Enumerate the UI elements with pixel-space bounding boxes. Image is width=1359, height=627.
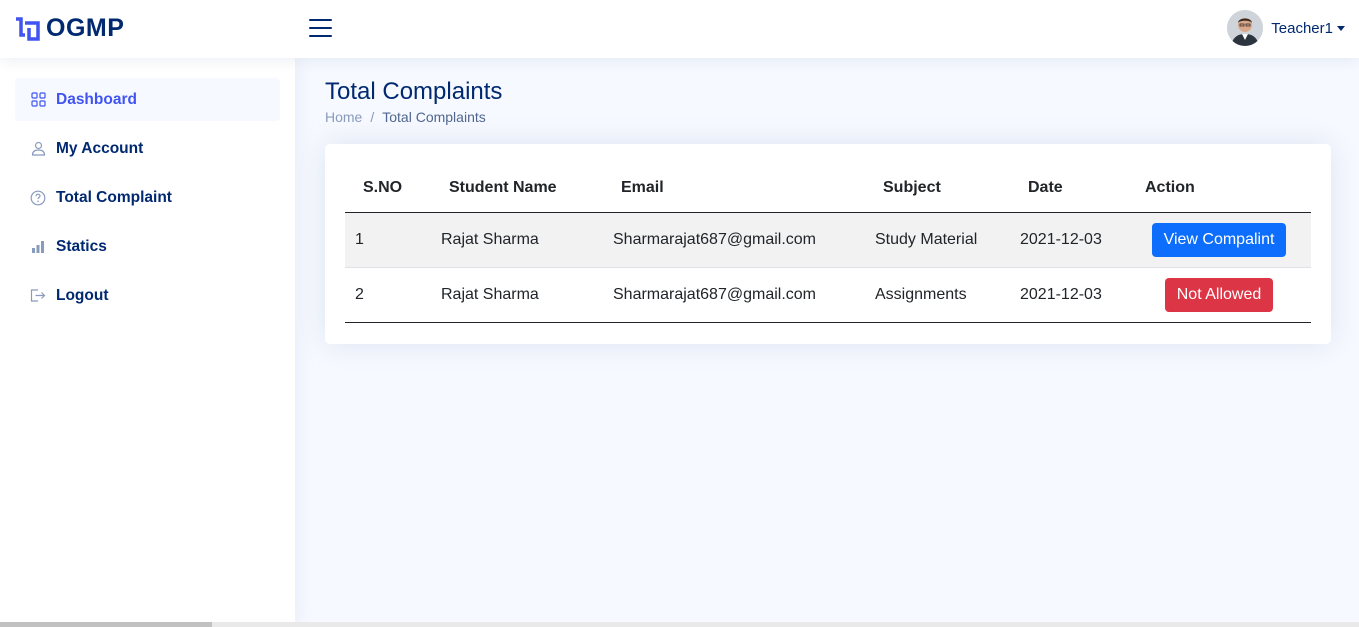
cell-subject: Study Material	[865, 212, 1010, 268]
avatar	[1227, 10, 1264, 46]
sidebar-item-logout[interactable]: Logout	[15, 274, 280, 317]
top-header: OGMP Teacher1	[0, 0, 1359, 58]
column-header-student-name: Student Name	[431, 164, 603, 213]
bar-chart-icon	[30, 239, 46, 255]
horizontal-scrollbar[interactable]	[0, 622, 1359, 627]
complaints-card: S.NO Student Name Email Subject Date Act…	[325, 144, 1331, 344]
logo-text: OGMP	[46, 13, 125, 42]
sidebar-item-label: Statics	[56, 237, 107, 255]
sidebar-item-label: Logout	[56, 286, 109, 304]
cell-date: 2021-12-03	[1010, 267, 1127, 323]
menu-toggle-icon[interactable]	[309, 18, 333, 38]
person-icon	[30, 141, 46, 157]
table-header-row: S.NO Student Name Email Subject Date Act…	[345, 164, 1311, 213]
complaints-table: S.NO Student Name Email Subject Date Act…	[345, 164, 1311, 323]
cell-action: Not Allowed	[1127, 267, 1311, 323]
cell-subject: Assignments	[865, 267, 1010, 323]
breadcrumb: Home / Total Complaints	[325, 109, 486, 125]
view-complaint-button[interactable]: View Compalint	[1151, 222, 1287, 257]
column-header-date: Date	[1010, 164, 1127, 213]
sidebar-item-my-account[interactable]: My Account	[15, 127, 280, 170]
cell-action: View Compalint	[1127, 212, 1311, 268]
question-circle-icon	[30, 190, 46, 206]
sidebar-item-dashboard[interactable]: Dashboard	[15, 78, 280, 121]
cell-sno: 1	[345, 212, 431, 268]
sidebar-item-label: Dashboard	[56, 90, 137, 108]
cell-sno: 2	[345, 267, 431, 323]
cell-email: Sharmarajat687@gmail.com	[603, 212, 865, 268]
sidebar: Dashboard My Account Total Complaint Sta…	[0, 58, 295, 627]
breadcrumb-home-link[interactable]: Home	[325, 109, 362, 125]
breadcrumb-current: Total Complaints	[382, 109, 486, 125]
logout-icon	[30, 288, 46, 304]
table-row: 1 Rajat Sharma Sharmarajat687@gmail.com …	[345, 212, 1311, 268]
profile-dropdown[interactable]: Teacher1	[1227, 10, 1345, 46]
cell-email: Sharmarajat687@gmail.com	[603, 267, 865, 323]
column-header-sno: S.NO	[345, 164, 431, 213]
page-title: Total Complaints	[325, 78, 503, 105]
column-header-email: Email	[603, 164, 865, 213]
sidebar-item-label: My Account	[56, 139, 144, 157]
sidebar-item-statics[interactable]: Statics	[15, 225, 280, 268]
cell-student-name: Rajat Sharma	[431, 267, 603, 323]
profile-name: Teacher1	[1271, 19, 1333, 37]
column-header-subject: Subject	[865, 164, 1010, 213]
grid-icon	[30, 92, 46, 108]
logo[interactable]: OGMP	[14, 12, 124, 44]
cell-date: 2021-12-03	[1010, 212, 1127, 268]
not-allowed-button[interactable]: Not Allowed	[1164, 277, 1274, 312]
sidebar-item-label: Total Complaint	[56, 188, 172, 206]
column-header-action: Action	[1127, 164, 1311, 213]
table-row: 2 Rajat Sharma Sharmarajat687@gmail.com …	[345, 267, 1311, 323]
cell-student-name: Rajat Sharma	[431, 212, 603, 268]
breadcrumb-separator: /	[370, 109, 375, 125]
chevron-down-icon	[1337, 25, 1345, 31]
logo-icon	[16, 17, 40, 41]
sidebar-item-total-complaint[interactable]: Total Complaint	[15, 176, 280, 219]
scrollbar-thumb[interactable]	[0, 622, 212, 627]
